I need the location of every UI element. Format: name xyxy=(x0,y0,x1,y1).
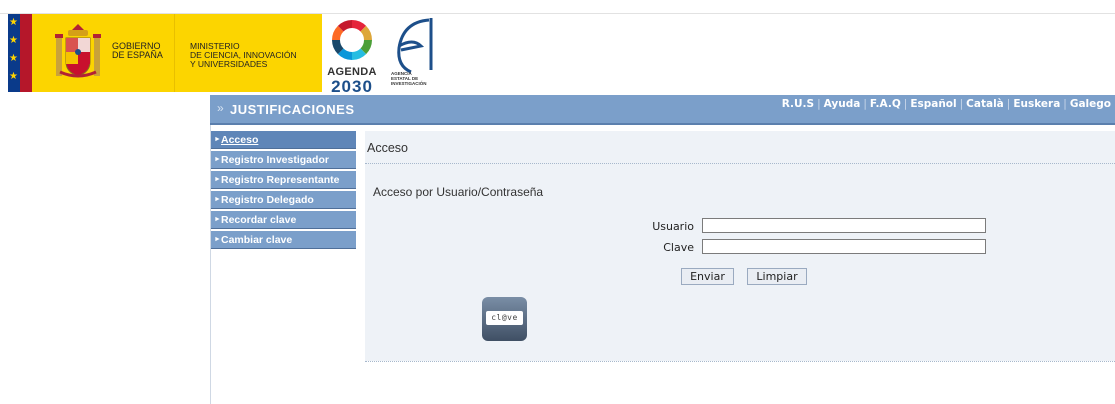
aei-label: AGENCIA ESTATAL DE INVESTIGACIÓN xyxy=(391,71,427,86)
sidebar-item-label: Recordar clave xyxy=(221,214,297,226)
sidebar-item-label: Registro Representante xyxy=(221,174,340,186)
triangle-right-icon: ► xyxy=(214,176,221,183)
clear-button[interactable]: Limpiar xyxy=(747,268,807,285)
sidebar-item-label: Registro Delegado xyxy=(221,194,314,206)
link-rus[interactable]: R.U.S xyxy=(782,98,814,110)
user-input[interactable] xyxy=(702,218,986,233)
link-separator: | xyxy=(817,98,821,110)
star-icon: ★ xyxy=(9,17,18,28)
agenda-year: 2030 xyxy=(331,77,373,96)
triangle-right-icon: ► xyxy=(214,156,221,163)
spain-flag-stripe xyxy=(32,14,38,92)
send-button[interactable]: Enviar xyxy=(681,268,734,285)
sdg-wheel-icon xyxy=(332,20,372,60)
titlebar-shadow xyxy=(210,123,1115,125)
link-separator: | xyxy=(959,98,964,110)
triangle-right-icon: ► xyxy=(214,136,221,143)
clave-login-button[interactable]: cl@ve xyxy=(482,297,527,341)
top-links: R.U.S | Ayuda | F.A.Q | Español | Català | Euskera… xyxy=(782,98,1111,110)
sidebar-item-label: Registro Investigador xyxy=(221,154,329,166)
password-label: Clave xyxy=(663,241,694,254)
link-separator: | xyxy=(1006,98,1011,110)
panel-title-rule xyxy=(365,163,1115,164)
agenda-2030-logo: AGENDA 2030 xyxy=(324,16,380,96)
link-espanol[interactable]: Español xyxy=(910,98,956,110)
password-input[interactable] xyxy=(702,239,986,254)
link-ayuda[interactable]: Ayuda xyxy=(824,98,861,110)
section-title: Acceso por Usuario/Contraseña xyxy=(373,185,544,199)
sidebar-item-label: Cambiar clave xyxy=(221,234,293,246)
sidebar-item-recordar-clave[interactable]: ► Recordar clave xyxy=(211,211,356,229)
link-euskera[interactable]: Euskera xyxy=(1013,98,1060,110)
clave-logo-text: cl@ve xyxy=(486,311,523,325)
triangle-right-icon: ► xyxy=(214,236,221,243)
sidebar-nav: ► Acceso ► Registro Investigador ► Registro… xyxy=(211,131,356,251)
link-galego[interactable]: Galego xyxy=(1070,98,1111,110)
triangle-right-icon: ► xyxy=(214,216,221,223)
government-label: GOBIERNO DE ESPAÑA xyxy=(112,41,163,60)
star-icon: ★ xyxy=(9,71,18,82)
sidebar-item-cambiar-clave[interactable]: ► Cambiar clave xyxy=(211,231,356,249)
app-title: JUSTIFICACIONES xyxy=(230,102,355,117)
sidebar-item-acceso[interactable]: ► Acceso xyxy=(211,131,356,149)
page-title: Acceso xyxy=(367,141,408,155)
star-icon: ★ xyxy=(9,53,18,64)
link-separator: | xyxy=(1063,98,1067,110)
sidebar-item-registro-investigador[interactable]: ► Registro Investigador xyxy=(211,151,356,169)
sidebar-item-registro-delegado[interactable]: ► Registro Delegado xyxy=(211,191,356,209)
coat-of-arms-icon xyxy=(55,24,101,78)
banner-divider xyxy=(174,14,175,92)
triangle-right-icon: ► xyxy=(214,196,221,203)
ministry-label: MINISTERIO DE CIENCIA, INNOVACIÓN Y UNIV… xyxy=(190,41,297,69)
link-separator: | xyxy=(863,98,867,110)
link-catala[interactable]: Català xyxy=(966,98,1004,110)
eu-flag-strip: ★ ★ ★ ★ xyxy=(8,14,20,92)
sidebar-item-label: Acceso xyxy=(221,134,259,146)
sidebar-item-registro-representante[interactable]: ► Registro Representante xyxy=(211,171,356,189)
government-banner: ★ ★ ★ ★ GOBIERNO DE ESPAÑA MINISTERIO DE… xyxy=(8,14,322,92)
link-faq[interactable]: F.A.Q xyxy=(870,98,901,110)
link-separator: | xyxy=(903,98,908,110)
user-label: Usuario xyxy=(652,220,694,233)
star-icon: ★ xyxy=(9,35,18,46)
double-chevron-right-icon: » xyxy=(217,101,224,115)
spain-flag-stripe xyxy=(20,14,32,92)
panel-bottom-rule xyxy=(365,361,1115,362)
